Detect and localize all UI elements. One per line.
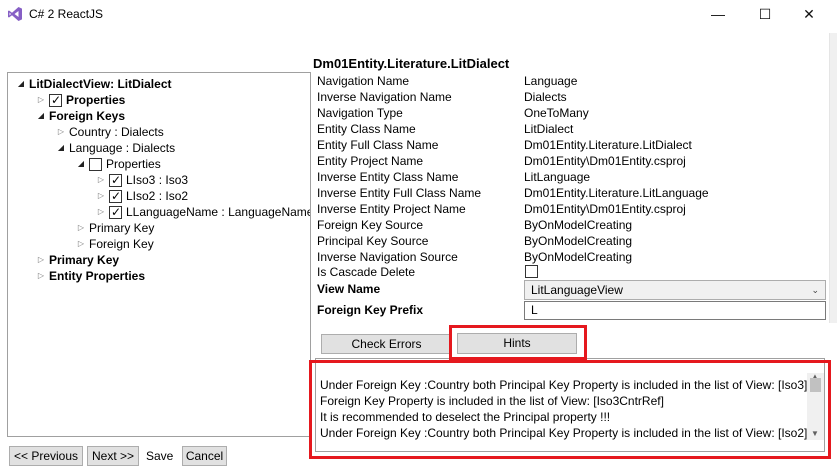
view-name-value: LitLanguageView <box>531 283 623 297</box>
tree-item-label: Properties <box>106 157 161 171</box>
property-label: Inverse Navigation Name <box>317 90 452 104</box>
visual-studio-icon <box>8 7 22 21</box>
minimize-button[interactable]: — <box>701 0 735 28</box>
cascade-delete-checkbox[interactable] <box>525 265 538 278</box>
scroll-down-icon[interactable]: ▼ <box>811 429 819 438</box>
tree-item-label: Foreign Key <box>89 237 154 251</box>
previous-button[interactable]: << Previous <box>9 446 83 466</box>
collapsed-arrow-icon[interactable]: ▷ <box>76 236 86 252</box>
tree-item-checkbox[interactable] <box>109 204 122 220</box>
tree-item-checkbox[interactable] <box>109 188 122 204</box>
property-value: Dm01Entity.Literature.LitLanguage <box>524 186 709 200</box>
tree-item[interactable]: ▷ Entity Properties <box>36 268 145 284</box>
hints-output[interactable]: Under Foreign Key :Country both Principa… <box>315 358 825 452</box>
close-button[interactable]: ✕ <box>792 0 826 28</box>
property-label: Inverse Entity Full Class Name <box>317 186 482 200</box>
check-errors-button[interactable]: Check Errors <box>321 334 452 354</box>
tree-item-checkbox[interactable] <box>109 172 122 188</box>
property-value: Dm01Entity\Dm01Entity.csproj <box>524 154 686 168</box>
collapsed-arrow-icon[interactable]: ▷ <box>96 204 106 220</box>
tree-item-label: LIso2 : Iso2 <box>126 189 189 203</box>
tree-item-checkbox[interactable] <box>49 92 62 108</box>
cascade-label: Is Cascade Delete <box>317 265 416 279</box>
next-button[interactable]: Next >> <box>87 446 139 466</box>
property-label: Inverse Entity Project Name <box>317 202 466 216</box>
property-value: ByOnModelCreating <box>524 218 633 232</box>
fk-prefix-input[interactable]: L <box>524 301 826 320</box>
tree-item[interactable]: ▷ Primary Key <box>36 252 119 268</box>
property-value: ByOnModelCreating <box>524 250 633 264</box>
tree-item-checkbox[interactable] <box>89 157 102 171</box>
tree-item-label: Foreign Keys <box>49 109 126 123</box>
tree-item-label: LIso3 : Iso3 <box>126 173 189 187</box>
hint-line: Under Foreign Key :Country both Principa… <box>320 378 808 392</box>
property-label: Principal Key Source <box>317 234 429 248</box>
tree-item[interactable]: ◢ Foreign Keys <box>36 108 125 124</box>
property-value: OneToMany <box>524 106 589 120</box>
property-value: Language <box>524 74 578 88</box>
tree-item-label: Language : Dialects <box>69 141 176 155</box>
hints-scrollbar[interactable]: ▲ ▼ <box>807 372 824 440</box>
tree-item[interactable]: ▷ LIso3 : Iso3 <box>96 172 188 188</box>
collapsed-arrow-icon[interactable]: ▷ <box>36 268 46 284</box>
property-label: Entity Full Class Name <box>317 138 439 152</box>
expanded-arrow-icon[interactable]: ◢ <box>16 76 26 92</box>
tree-item[interactable]: ▷ Properties <box>36 92 125 108</box>
tree-item[interactable]: ▷ LLanguageName : LanguageName <box>96 204 311 220</box>
chevron-down-icon: ⌄ <box>811 285 819 295</box>
property-label: Entity Project Name <box>317 154 424 168</box>
tree-item[interactable]: ▷ LIso2 : Iso2 <box>96 188 188 204</box>
collapsed-arrow-icon[interactable]: ▷ <box>56 124 66 140</box>
property-value: Dm01Entity.Literature.LitDialect <box>524 138 692 152</box>
hint-line: Foreign Key Property is included in the … <box>320 394 664 408</box>
tree-item[interactable]: ▷ Country : Dialects <box>56 124 164 140</box>
property-value: ByOnModelCreating <box>524 234 633 248</box>
view-name-label: View Name <box>317 282 381 296</box>
tree-item-label: Country : Dialects <box>69 125 164 139</box>
tree-item-label: LLanguageName : LanguageName <box>126 205 311 219</box>
window-title: C# 2 ReactJS <box>29 7 104 21</box>
window-scrollbar[interactable] <box>829 33 837 323</box>
expanded-arrow-icon[interactable]: ◢ <box>36 108 46 124</box>
entity-title: Dm01Entity.Literature.LitDialect <box>313 56 510 71</box>
save-button[interactable]: Save <box>146 449 173 463</box>
maximize-button[interactable]: ☐ <box>748 0 782 28</box>
property-value: Dm01Entity\Dm01Entity.csproj <box>524 202 686 216</box>
cancel-button[interactable]: Cancel <box>182 446 227 466</box>
hint-line: It is recommended to deselect the Princi… <box>320 410 611 424</box>
tree-item-label: LitDialectView: LitDialect <box>29 77 172 91</box>
view-tree[interactable]: ◢LitDialectView: LitDialect▷Properties◢F… <box>7 72 311 437</box>
property-label: Foreign Key Source <box>317 218 424 232</box>
hint-line: Under Foreign Key :Country both Principa… <box>320 426 808 440</box>
collapsed-arrow-icon[interactable]: ▷ <box>36 252 46 268</box>
tree-item-label: Primary Key <box>89 221 155 235</box>
collapsed-arrow-icon[interactable]: ▷ <box>76 220 86 236</box>
tree-item[interactable]: ▷ Foreign Key <box>76 236 154 252</box>
tree-item-label: Primary Key <box>49 253 120 267</box>
tree-item[interactable]: ◢ Properties <box>76 156 161 172</box>
hints-button[interactable]: Hints <box>457 333 577 354</box>
collapsed-arrow-icon[interactable]: ▷ <box>96 172 106 188</box>
property-label: Inverse Navigation Source <box>317 250 458 264</box>
collapsed-arrow-icon[interactable]: ▷ <box>96 188 106 204</box>
property-value: LitLanguage <box>524 170 591 184</box>
tree-item[interactable]: ◢ LitDialectView: LitDialect <box>16 76 172 92</box>
tree-item-label: Properties <box>66 93 126 107</box>
property-value: Dialects <box>524 90 567 104</box>
property-value: LitDialect <box>524 122 574 136</box>
property-label: Navigation Type <box>317 106 403 120</box>
property-label: Entity Class Name <box>317 122 416 136</box>
expanded-arrow-icon[interactable]: ◢ <box>76 156 86 172</box>
tree-item[interactable]: ◢ Language : Dialects <box>56 140 175 156</box>
collapsed-arrow-icon[interactable]: ▷ <box>36 92 46 108</box>
tree-item[interactable]: ▷ Primary Key <box>76 220 154 236</box>
title-bar: C# 2 ReactJS — ☐ ✕ <box>0 0 837 30</box>
scroll-thumb[interactable] <box>810 378 821 392</box>
property-label: Navigation Name <box>317 74 410 88</box>
expanded-arrow-icon[interactable]: ◢ <box>56 140 66 156</box>
property-label: Inverse Entity Class Name <box>317 170 459 184</box>
view-name-select[interactable]: LitLanguageView ⌄ <box>524 280 826 300</box>
fk-prefix-label: Foreign Key Prefix <box>317 303 424 317</box>
tree-item-label: Entity Properties <box>49 269 146 283</box>
